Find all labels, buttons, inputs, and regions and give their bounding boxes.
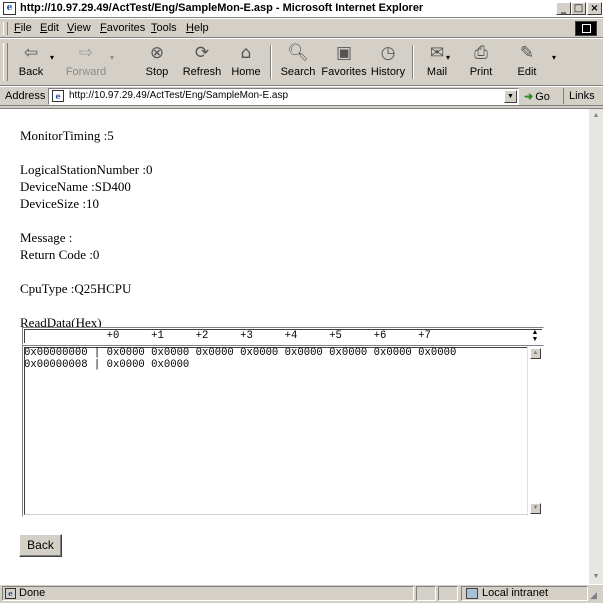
address-label: Address — [5, 90, 46, 102]
security-zone: Local intranet — [461, 586, 588, 601]
favorites-button[interactable]: ▣ Favorites — [320, 42, 368, 82]
menu-file[interactable]: File — [14, 22, 32, 34]
refresh-label: Refresh — [182, 66, 222, 78]
status-text: Done — [19, 587, 46, 599]
message-text: Message : — [20, 230, 73, 245]
forward-dropdown-icon[interactable]: ▾ — [110, 53, 114, 62]
status-cell — [438, 586, 458, 601]
address-input[interactable]: e http://10.97.29.49/ActTest/Eng/SampleM… — [48, 88, 519, 105]
monitor-timing-text: MonitorTiming :5 — [20, 128, 114, 143]
hex-data-textarea[interactable]: 0x00000000 | 0x0000 0x0000 0x0000 0x0000… — [22, 345, 544, 517]
toolbar-grip[interactable] — [3, 43, 8, 81]
return-code-text: Return Code :0 — [20, 247, 100, 262]
print-icon: ⎙ — [474, 43, 488, 63]
history-button[interactable]: ◷ History — [368, 42, 408, 82]
title-bar[interactable]: e http://10.97.29.49/ActTest/Eng/SampleM… — [0, 0, 603, 18]
hex-row: 0x00000000 | 0x0000 0x0000 0x0000 0x0000… — [24, 347, 457, 359]
back-form-button[interactable]: Back — [19, 534, 62, 557]
browser-window: e http://10.97.29.49/ActTest/Eng/SampleM… — [0, 0, 603, 603]
go-arrow-icon: ➜ — [524, 91, 534, 103]
close-button[interactable]: × — [587, 2, 602, 15]
toolbar-separator — [270, 45, 272, 79]
header-spin-icon[interactable]: ▲ ▼ — [530, 329, 540, 343]
back-arrow-icon: ⇦ — [23, 43, 39, 63]
mail-dropdown-icon[interactable]: ▾ — [446, 53, 450, 62]
menu-help[interactable]: Help — [186, 22, 209, 34]
page-icon: e — [52, 90, 64, 102]
edit-button[interactable]: ✎ Edit — [514, 42, 540, 82]
edit-label: Edit — [517, 66, 537, 78]
toolbar-separator — [412, 45, 414, 79]
maximize-button[interactable]: □ — [571, 2, 586, 15]
done-page-icon: e — [5, 588, 16, 599]
mail-button[interactable]: ✉ Mail — [420, 42, 454, 82]
page-scroll-down-icon[interactable]: ▼ — [589, 570, 603, 584]
hex-column-header: +0 +1 +2 +3 +4 +5 +6 +7 — [24, 330, 431, 342]
hex-rows: 0x00000000 | 0x0000 0x0000 0x0000 0x0000… — [24, 347, 456, 371]
home-icon: ⌂ — [240, 43, 252, 63]
search-icon: 🔍︎ — [287, 43, 309, 63]
home-button[interactable]: ⌂ Home — [228, 42, 264, 82]
minimize-button[interactable]: _ — [556, 2, 571, 15]
status-bar: e Done Local intranet ◢ — [0, 584, 603, 603]
search-label: Search — [280, 66, 316, 78]
standard-toolbar: ⇦ Back ▾ ⇨ Forward ▾ ⊗ Stop ⟳ Refresh ⌂ … — [0, 38, 603, 86]
print-label: Print — [469, 66, 493, 78]
page-body: MonitorTiming :5 LogicalStationNumber :0… — [20, 127, 580, 331]
search-button[interactable]: 🔍︎ Search — [278, 42, 318, 82]
refresh-icon: ⟳ — [194, 43, 210, 63]
print-button[interactable]: ⎙ Print — [466, 42, 496, 82]
back-button[interactable]: ⇦ Back — [12, 42, 50, 82]
intranet-icon — [466, 588, 478, 599]
edit-icon: ✎ — [519, 43, 535, 63]
address-dropdown-icon[interactable]: ▼ — [504, 90, 517, 103]
menu-favorites[interactable]: Favorites — [100, 22, 145, 34]
scroll-down-icon[interactable]: ▼ — [530, 503, 541, 514]
ie-page-icon: e — [3, 2, 16, 15]
refresh-button[interactable]: ⟳ Refresh — [180, 42, 224, 82]
address-url[interactable]: http://10.97.29.49/ActTest/Eng/SampleMon… — [69, 90, 288, 101]
menu-edit[interactable]: Edit — [40, 22, 59, 34]
favorites-label: Favorites — [321, 66, 367, 78]
scroll-up-icon[interactable]: ▲ — [530, 348, 541, 359]
stop-icon: ⊗ — [149, 43, 165, 63]
go-button[interactable]: ➜ Go — [524, 90, 550, 103]
menu-view[interactable]: View — [67, 22, 91, 34]
home-label: Home — [231, 66, 261, 78]
menu-grip[interactable] — [3, 22, 8, 35]
page-scrollbar[interactable]: ▲ ▼ — [589, 109, 603, 584]
page-content: MonitorTiming :5 LogicalStationNumber :0… — [0, 108, 603, 584]
device-name-text: DeviceName :SD400 — [20, 179, 131, 194]
hex-scrollbar[interactable]: ▲ ▼ — [527, 346, 543, 516]
forward-label: Forward — [65, 66, 107, 78]
mail-label: Mail — [426, 66, 448, 78]
back-label: Back — [18, 66, 44, 78]
history-icon: ◷ — [380, 43, 396, 63]
address-bar: Address e http://10.97.29.49/ActTest/Eng… — [0, 86, 603, 106]
forward-arrow-icon: ⇨ — [78, 43, 94, 63]
forward-button[interactable]: ⇨ Forward — [62, 42, 110, 82]
hex-row: 0x00000008 | 0x0000 0x0000 — [24, 359, 190, 371]
cpu-type-text: CpuType :Q25HCPU — [20, 281, 132, 296]
window-title: http://10.97.29.49/ActTest/Eng/SampleMon… — [20, 2, 424, 14]
page-scroll-up-icon[interactable]: ▲ — [589, 109, 603, 123]
links-button[interactable]: Links — [563, 88, 595, 104]
status-main: e Done — [2, 586, 414, 601]
logical-station-text: LogicalStationNumber :0 — [20, 162, 153, 177]
zone-text: Local intranet — [482, 587, 549, 599]
device-size-text: DeviceSize :10 — [20, 196, 100, 211]
back-dropdown-icon[interactable]: ▾ — [50, 53, 54, 62]
history-label: History — [370, 66, 406, 78]
favorites-icon: ▣ — [335, 43, 353, 63]
menu-tools[interactable]: Tools — [151, 22, 177, 34]
go-label: Go — [535, 91, 550, 103]
edit-dropdown-icon[interactable]: ▾ — [552, 53, 556, 62]
ie-throbber-icon — [575, 21, 597, 36]
resize-grip-icon[interactable]: ◢ — [590, 590, 602, 602]
menu-bar: File Edit View Favorites Tools Help — [0, 18, 603, 38]
status-cell — [416, 586, 436, 601]
stop-button[interactable]: ⊗ Stop — [138, 42, 176, 82]
hex-header-field[interactable]: +0 +1 +2 +3 +4 +5 +6 +7 ▲ ▼ — [22, 327, 544, 345]
stop-label: Stop — [145, 66, 169, 78]
